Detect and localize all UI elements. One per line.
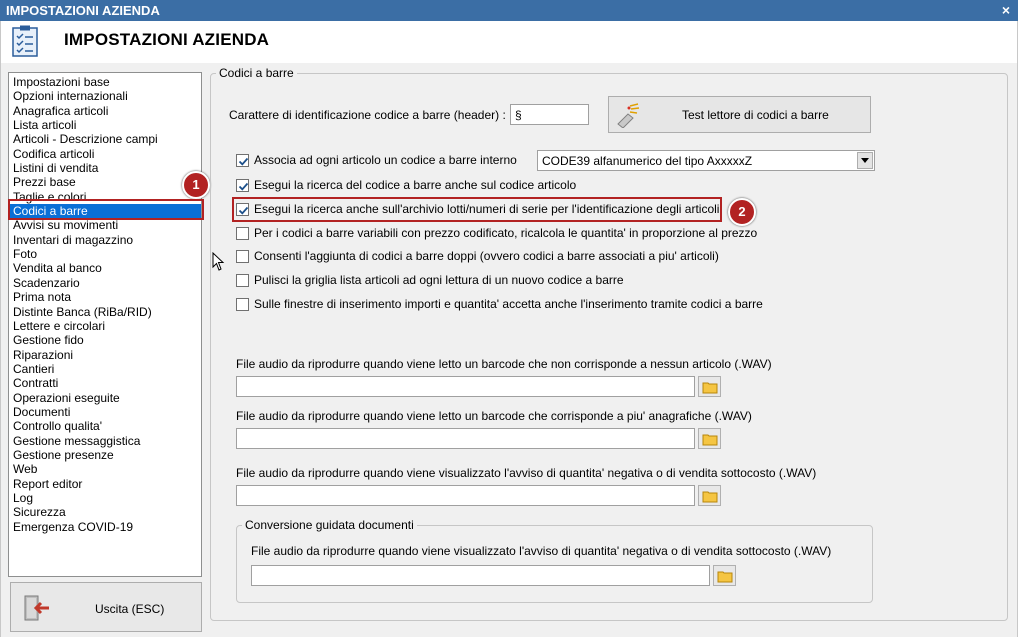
sidebar-item[interactable]: Vendita al banco xyxy=(9,261,201,275)
header-char-input[interactable] xyxy=(510,104,589,125)
sidebar-item[interactable]: Opzioni internazionali xyxy=(9,89,201,103)
checkbox[interactable] xyxy=(236,298,249,311)
sidebar-item[interactable]: Scadenzario xyxy=(9,276,201,290)
barcode-group-title: Codici a barre xyxy=(216,66,297,80)
checkbox[interactable] xyxy=(236,227,249,240)
conversion-group-title: Conversione guidata documenti xyxy=(242,518,417,532)
audio-no-match-browse-button[interactable] xyxy=(698,376,721,397)
sidebar-item[interactable]: Report editor xyxy=(9,477,201,491)
sidebar-item[interactable]: Sicurezza xyxy=(9,505,201,519)
option-highlight-box xyxy=(232,197,722,222)
exit-button[interactable]: Uscita (ESC) xyxy=(10,582,202,632)
checkbox[interactable] xyxy=(236,274,249,287)
checkmark-icon xyxy=(238,182,249,191)
exit-button-label: Uscita (ESC) xyxy=(95,602,165,616)
sidebar-item[interactable]: Articoli - Descrizione campi xyxy=(9,132,201,146)
sidebar-item[interactable]: Gestione fido xyxy=(9,333,201,347)
audio-multiple-input[interactable] xyxy=(236,428,695,449)
barcode-scanner-icon xyxy=(617,103,640,128)
sidebar-item[interactable]: Lista articoli xyxy=(9,118,201,132)
checkbox[interactable] xyxy=(236,179,249,192)
sidebar-item[interactable]: Operazioni eseguite xyxy=(9,391,201,405)
checkbox[interactable] xyxy=(236,250,249,263)
sidebar-item[interactable]: Inventari di magazzino xyxy=(9,233,201,247)
audio-multiple-browse-button[interactable] xyxy=(698,428,721,449)
sidebar-item[interactable]: Gestione messaggistica xyxy=(9,434,201,448)
sidebar-item[interactable]: Lettere e circolari xyxy=(9,319,201,333)
window-title: IMPOSTAZIONI AZIENDA xyxy=(6,3,160,18)
conversion-audio-browse-button[interactable] xyxy=(713,565,736,586)
option-label: Esegui la ricerca del codice a barre anc… xyxy=(254,178,577,192)
barcode-type-value: CODE39 alfanumerico del tipo AxxxxxZ xyxy=(542,154,753,168)
folder-icon xyxy=(702,382,718,394)
audio-multiple-label: File audio da riprodurre quando viene le… xyxy=(236,409,752,423)
audio-negative-qty-input[interactable] xyxy=(236,485,695,506)
audio-no-match-input[interactable] xyxy=(236,376,695,397)
sidebar-item[interactable]: Contratti xyxy=(9,376,201,390)
sidebar-item[interactable]: Riparazioni xyxy=(9,348,201,362)
option-label: Per i codici a barre variabili con prezz… xyxy=(254,226,758,240)
conversion-group xyxy=(236,525,873,603)
sidebar-item[interactable]: Impostazioni base xyxy=(9,75,201,89)
step-marker-1: 1 xyxy=(182,171,210,199)
window-titlebar: IMPOSTAZIONI AZIENDA × xyxy=(0,0,1018,21)
sidebar-item[interactable]: Emergenza COVID-19 xyxy=(9,520,201,534)
mouse-cursor-icon xyxy=(212,252,225,271)
folder-icon xyxy=(702,434,718,446)
folder-icon xyxy=(702,491,718,503)
folder-icon xyxy=(717,571,733,583)
sidebar-item[interactable]: Web xyxy=(9,462,201,476)
sidebar-item[interactable]: Listini di vendita xyxy=(9,161,201,175)
chevron-down-icon[interactable] xyxy=(857,152,873,169)
audio-negative-qty-browse-button[interactable] xyxy=(698,485,721,506)
option-label: Sulle finestre di inserimento importi e … xyxy=(254,297,763,311)
header-char-label: Carattere di identificazione codice a ba… xyxy=(229,108,506,122)
settings-category-list[interactable]: Impostazioni base Opzioni internazionali A… xyxy=(8,72,202,577)
sidebar-item[interactable]: Documenti xyxy=(9,405,201,419)
conversion-audio-input[interactable] xyxy=(251,565,710,586)
sidebar-item[interactable]: Gestione presenze xyxy=(9,448,201,462)
sidebar-item[interactable]: Prima nota xyxy=(9,290,201,304)
option-label: Pulisci la griglia lista articoli ad ogn… xyxy=(254,273,624,287)
test-barcode-reader-label: Test lettore di codici a barre xyxy=(682,108,829,122)
option-label: Associa ad ogni articolo un codice a bar… xyxy=(254,153,517,167)
option-label: Consenti l'aggiunta di codici a barre do… xyxy=(254,249,719,263)
barcode-type-select[interactable]: CODE39 alfanumerico del tipo AxxxxxZ xyxy=(537,150,875,171)
exit-door-icon xyxy=(24,595,49,621)
checkmark-icon xyxy=(238,157,249,166)
sidebar-item[interactable]: Distinte Banca (RiBa/RID) xyxy=(9,305,201,319)
sidebar-item[interactable]: Prezzi base xyxy=(9,175,201,189)
sidebar-item[interactable]: Codifica articoli xyxy=(9,147,201,161)
audio-negative-qty-label: File audio da riprodurre quando viene vi… xyxy=(236,466,817,480)
selection-highlight-box xyxy=(8,199,204,220)
sidebar-item[interactable]: Avvisi su movimenti xyxy=(9,218,201,232)
page-title: IMPOSTAZIONI AZIENDA xyxy=(64,30,270,49)
audio-no-match-label: File audio da riprodurre quando viene le… xyxy=(236,357,772,371)
checkbox[interactable] xyxy=(236,154,249,167)
conversion-audio-label: File audio da riprodurre quando viene vi… xyxy=(251,544,832,558)
sidebar-item[interactable]: Anagrafica articoli xyxy=(9,104,201,118)
checklist-icon xyxy=(12,25,38,57)
test-barcode-reader-button[interactable]: Test lettore di codici a barre xyxy=(608,96,871,133)
step-marker-2: 2 xyxy=(728,198,756,226)
sidebar-item[interactable]: Foto xyxy=(9,247,201,261)
close-icon[interactable]: × xyxy=(1002,0,1010,21)
sidebar-item[interactable]: Controllo qualita' xyxy=(9,419,201,433)
sidebar-item[interactable]: Log xyxy=(9,491,201,505)
sidebar-item[interactable]: Cantieri xyxy=(9,362,201,376)
